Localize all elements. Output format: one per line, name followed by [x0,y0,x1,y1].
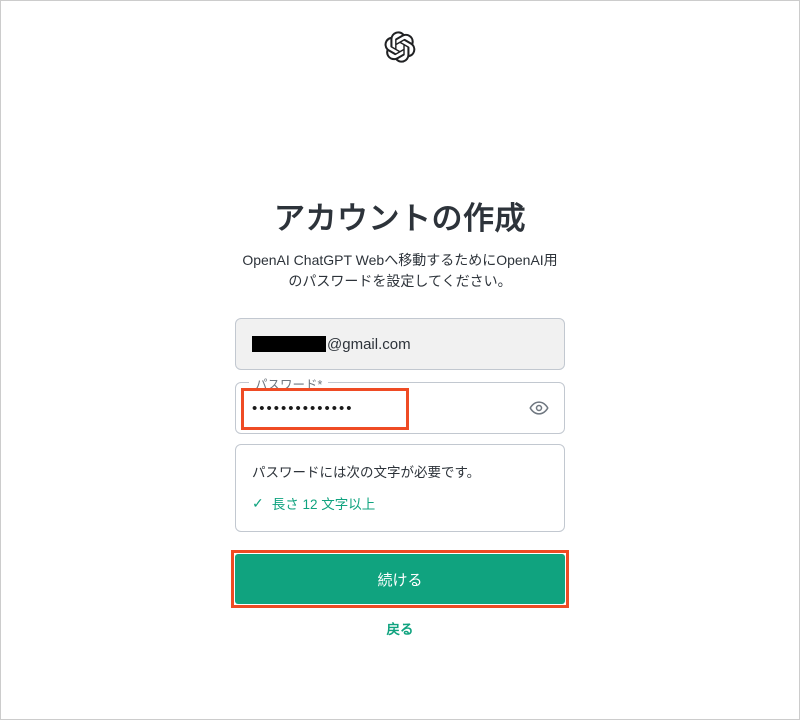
eye-icon[interactable] [528,397,550,419]
check-icon: ✓ [252,496,264,510]
email-field: @gmail.com [235,318,565,370]
continue-button[interactable]: 続ける [235,554,565,604]
password-rule-item: ✓ 長さ 12 文字以上 [252,493,548,513]
email-value: @gmail.com [252,336,411,353]
password-rules: パスワードには次の文字が必要です。 ✓ 長さ 12 文字以上 [235,444,565,532]
email-redacted-local [252,336,326,352]
email-domain-part: @gmail.com [327,336,411,353]
back-link[interactable]: 戻る [387,618,414,638]
password-masked-value[interactable]: •••••••••••••• [250,400,528,417]
password-field-wrap: パスワード* •••••••••••••• [235,382,565,434]
openai-logo [384,31,416,63]
page-subtitle: OpenAI ChatGPT Webへ移動するためにOpenAI用のパスワードを… [235,250,565,292]
page-title: アカウントの作成 [274,193,526,238]
continue-button-wrap: 続ける [235,554,565,604]
password-rules-heading: パスワードには次の文字が必要です。 [252,461,548,481]
signup-form: アカウントの作成 OpenAI ChatGPT Webへ移動するためにOpenA… [235,193,565,638]
password-label: パスワード* [249,374,328,393]
password-rule-text: 長さ 12 文字以上 [272,493,376,513]
